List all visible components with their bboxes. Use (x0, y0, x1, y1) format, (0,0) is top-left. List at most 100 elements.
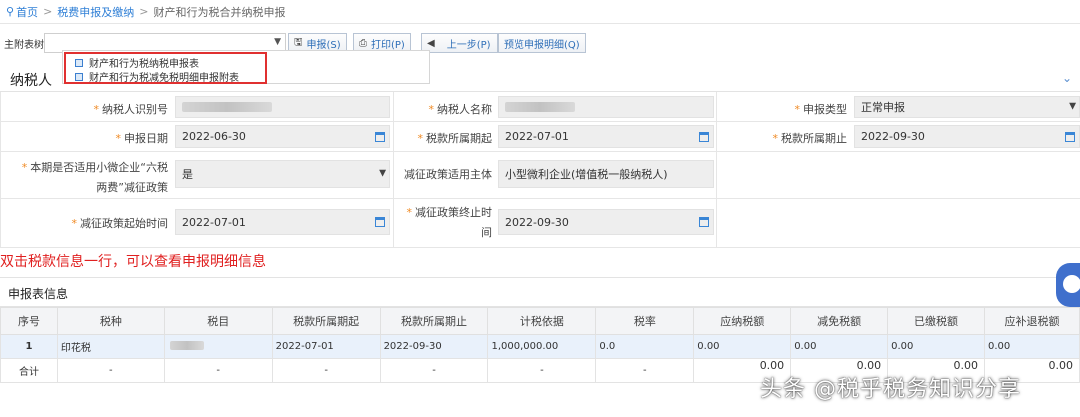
column-header: 税种 (56, 307, 165, 335)
taxpayer-name-label: * 纳税人名称 (428, 103, 493, 116)
watermark: 头条 @税乎税务知识分享 (760, 377, 1021, 402)
form-row: * 纳税人识别号 * 纳税人名称 * 申报类型 正常申报 ▼ (0, 92, 1080, 122)
column-header: 应补退税额 (984, 307, 1080, 335)
small-biz-policy-label: * 本期是否适用小微企业“六税 两费”减征政策 (21, 161, 168, 194)
required-star-icon: * (21, 161, 28, 174)
policy-end-field[interactable]: 2022-09-30 (498, 209, 714, 235)
form-row: * 申报日期 2022-06-30 * 税款所属期起 2022-07-01 * 税款所… (0, 122, 1080, 152)
table-cell: 2022-09-30 (379, 334, 489, 359)
table-cell: - (271, 358, 381, 383)
table-row[interactable]: 1 印花税 2022-07-01 2022-09-30 1,000,000.00… (0, 334, 1080, 359)
table-cell: 2022-07-01 (271, 334, 381, 359)
column-header: 减免税额 (790, 307, 889, 335)
chevron-down-icon[interactable]: ⌄ (1062, 71, 1072, 85)
required-star-icon: * (794, 103, 801, 116)
save-icon: 🖫 (294, 36, 303, 48)
form-row: * 本期是否适用小微企业“六税 两费”减征政策 是 ▼ 减征政策适用主体 小型微利… (0, 152, 1080, 199)
declare-date-field[interactable]: 2022-06-30 (175, 125, 390, 148)
table-cell: - (163, 358, 273, 383)
taxpayer-form: * 纳税人识别号 * 纳税人名称 * 申报类型 正常申报 ▼ * 申报日期 2022-0… (0, 92, 1080, 248)
back-arrow-icon: ◀ (427, 37, 435, 49)
period-start-label: * 税款所属期起 (417, 132, 493, 145)
table-cell: 0.00 (790, 334, 889, 359)
form-row: * 减征政策起始时间 2022-07-01 * 减征政策终止时 间 2022-09-… (0, 199, 1080, 248)
preview-button-label: 预览申报明细(Q) (504, 39, 580, 51)
required-star-icon: * (71, 217, 78, 230)
chevron-down-icon: ▼ (274, 37, 281, 47)
divider (0, 92, 1, 248)
breadcrumb-current: 财产和行为税合并纳税申报 (153, 5, 286, 19)
required-star-icon: * (428, 103, 435, 116)
highlight-box (64, 52, 267, 84)
table-cell: 印花税 (56, 334, 165, 359)
table-cell: 1 (0, 334, 58, 359)
table-tree-label: 主附表树: (4, 40, 48, 51)
table-header-row: 序号 税种 税目 税款所属期起 税款所属期止 计税依据 税率 应纳税额 减免税额… (0, 307, 1080, 335)
policy-subject-label: 减征政策适用主体 (404, 168, 492, 181)
instruction-hint: 双击税款信息一行，可以查看申报明细信息 (0, 254, 266, 270)
period-end-field[interactable]: 2022-09-30 (854, 125, 1080, 148)
period-end-label: * 税款所属期止 (772, 132, 848, 145)
column-header: 税率 (595, 307, 695, 335)
breadcrumb-home[interactable]: 首页 (16, 4, 38, 20)
declare-button-label: 申报(S) (306, 39, 341, 51)
policy-end-label: * 减征政策终止时 间 (406, 206, 493, 239)
policy-subject-field: 小型微利企业(增值税一般纳税人) (498, 160, 714, 188)
chevron-down-icon: ▼ (1069, 101, 1076, 112)
required-star-icon: * (93, 103, 100, 116)
declare-type-select[interactable]: 正常申报 ▼ (854, 96, 1080, 118)
column-header: 序号 (0, 307, 58, 335)
redacted-value (182, 102, 272, 112)
calendar-icon[interactable] (375, 217, 385, 227)
declare-date-label: * 申报日期 (115, 132, 169, 145)
column-header: 税款所属期起 (271, 307, 381, 335)
policy-start-field[interactable]: 2022-07-01 (175, 209, 390, 235)
calendar-icon[interactable] (1065, 131, 1075, 142)
divider (393, 92, 394, 248)
small-biz-policy-select[interactable]: 是 ▼ (175, 160, 390, 188)
calendar-icon[interactable] (699, 131, 709, 142)
redacted-value (169, 340, 204, 350)
printer-icon: ⎙ (359, 37, 367, 49)
divider (716, 92, 717, 248)
table-cell: 0.00 (887, 334, 985, 359)
column-header: 已缴税额 (887, 307, 985, 335)
taxpayer-section-title: 纳税人 (10, 73, 52, 89)
print-button-label: 打印(P) (371, 39, 405, 51)
calendar-icon[interactable] (375, 131, 385, 142)
breadcrumb-section[interactable]: 税费申报及缴纳 (57, 4, 134, 20)
column-header: 应纳税额 (693, 307, 792, 335)
breadcrumb-separator-icon: > (139, 5, 149, 18)
calendar-icon[interactable] (699, 217, 709, 227)
preview-button[interactable]: 预览申报明细(Q) (498, 33, 586, 53)
breadcrumb-separator-icon: > (43, 5, 53, 18)
table-cell: 0.0 (595, 334, 695, 359)
location-pin-icon: ⚲ (6, 5, 15, 18)
column-header: 计税依据 (487, 307, 597, 335)
taxpayer-name-field (498, 96, 714, 118)
online-service-button[interactable] (1056, 263, 1080, 307)
declare-type-label: * 申报类型 (794, 103, 848, 116)
required-star-icon: * (115, 132, 122, 145)
column-header: 税款所属期止 (379, 307, 489, 335)
declaration-table-header: 申报表信息 (0, 277, 1080, 307)
required-star-icon: * (417, 132, 424, 145)
prev-step-button[interactable]: ◀ 上一步(P) (421, 33, 498, 53)
table-cell: - (487, 358, 597, 383)
table-cell: 合计 (0, 358, 58, 383)
period-start-field[interactable]: 2022-07-01 (498, 125, 714, 148)
declaration-table-title: 申报表信息 (8, 287, 69, 301)
required-star-icon: * (772, 132, 779, 145)
table-cell: 1,000,000.00 (487, 334, 597, 359)
redacted-value (505, 102, 575, 112)
table-cell: 0.00 (693, 334, 792, 359)
required-star-icon: * (406, 206, 413, 219)
column-header: 税目 (163, 307, 273, 335)
table-cell: - (595, 358, 695, 383)
taxpayer-id-label: * 纳税人识别号 (93, 103, 169, 116)
prev-step-button-label: 上一步(P) (446, 39, 491, 51)
table-cell: 0.00 (984, 334, 1080, 359)
taxpayer-id-field (175, 96, 390, 118)
table-cell: - (56, 358, 165, 383)
chevron-down-icon: ▼ (379, 168, 386, 179)
